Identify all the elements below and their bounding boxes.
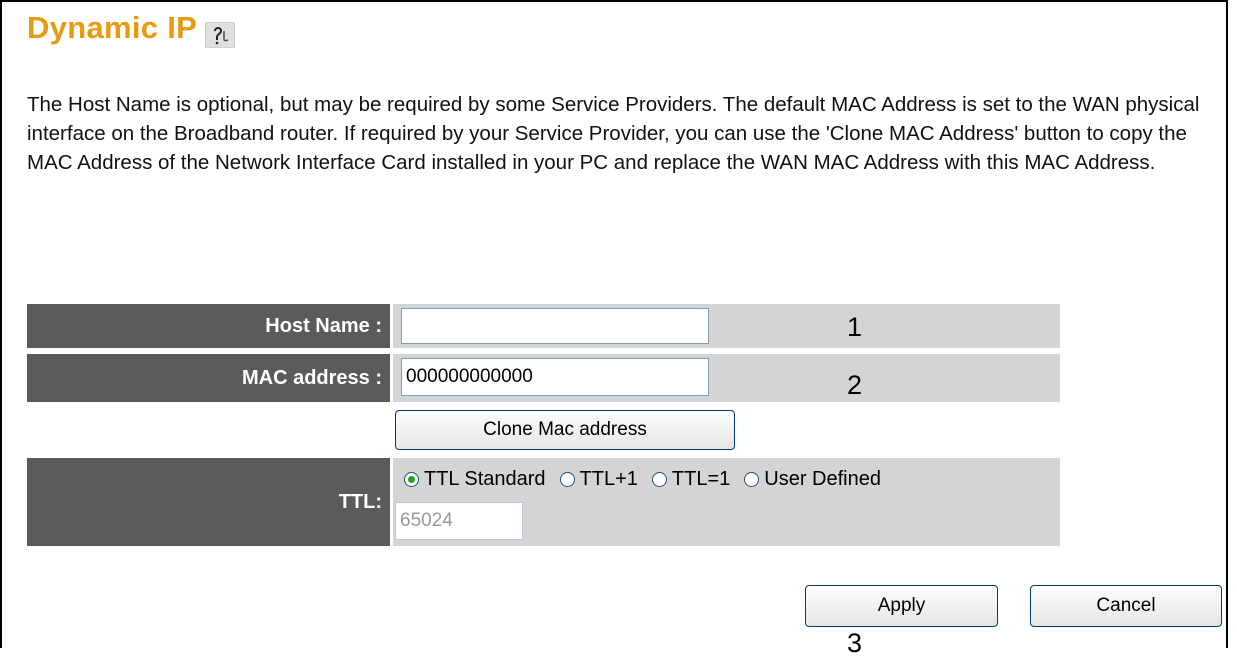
radio-selected-icon bbox=[404, 472, 419, 487]
help-icon[interactable] bbox=[205, 22, 235, 48]
description-text: The Host Name is optional, but may be re… bbox=[27, 93, 1200, 174]
page-title: Dynamic IP bbox=[27, 10, 198, 45]
callout-1: 1 bbox=[847, 312, 863, 342]
mac-address-input[interactable] bbox=[401, 358, 709, 396]
ttl-radio-group: TTL Standard TTL+1 TTL=1 User Defined bbox=[404, 468, 895, 491]
radio-icon bbox=[651, 472, 667, 487]
radio-label: TTL+1 bbox=[579, 468, 638, 490]
radio-icon bbox=[559, 472, 575, 487]
ttl-user-defined-radio[interactable]: User Defined bbox=[744, 468, 881, 491]
cancel-button[interactable]: Cancel bbox=[1030, 585, 1222, 627]
host-name-label: Host Name : bbox=[27, 304, 390, 348]
radio-label: User Defined bbox=[764, 468, 881, 490]
mac-address-label: MAC address : bbox=[27, 354, 390, 402]
apply-button[interactable]: Apply bbox=[805, 585, 998, 627]
ttl-standard-radio[interactable]: TTL Standard bbox=[404, 468, 546, 491]
ttl-label: TTL: bbox=[27, 458, 390, 546]
radio-icon bbox=[744, 472, 760, 487]
clone-mac-address-button[interactable]: Clone Mac address bbox=[395, 410, 735, 450]
radio-label: TTL=1 bbox=[671, 468, 731, 490]
callout-3: 3 bbox=[847, 628, 863, 658]
ttl-value-input[interactable] bbox=[395, 502, 523, 540]
page-description: The Host Name is optional, but may be re… bbox=[27, 90, 1207, 177]
host-name-input[interactable] bbox=[401, 308, 709, 344]
callout-2: 2 bbox=[847, 370, 863, 400]
ttl-equals-one-radio[interactable]: TTL=1 bbox=[651, 468, 731, 491]
radio-label: TTL Standard bbox=[424, 468, 546, 490]
ttl-plus-one-radio[interactable]: TTL+1 bbox=[559, 468, 638, 491]
